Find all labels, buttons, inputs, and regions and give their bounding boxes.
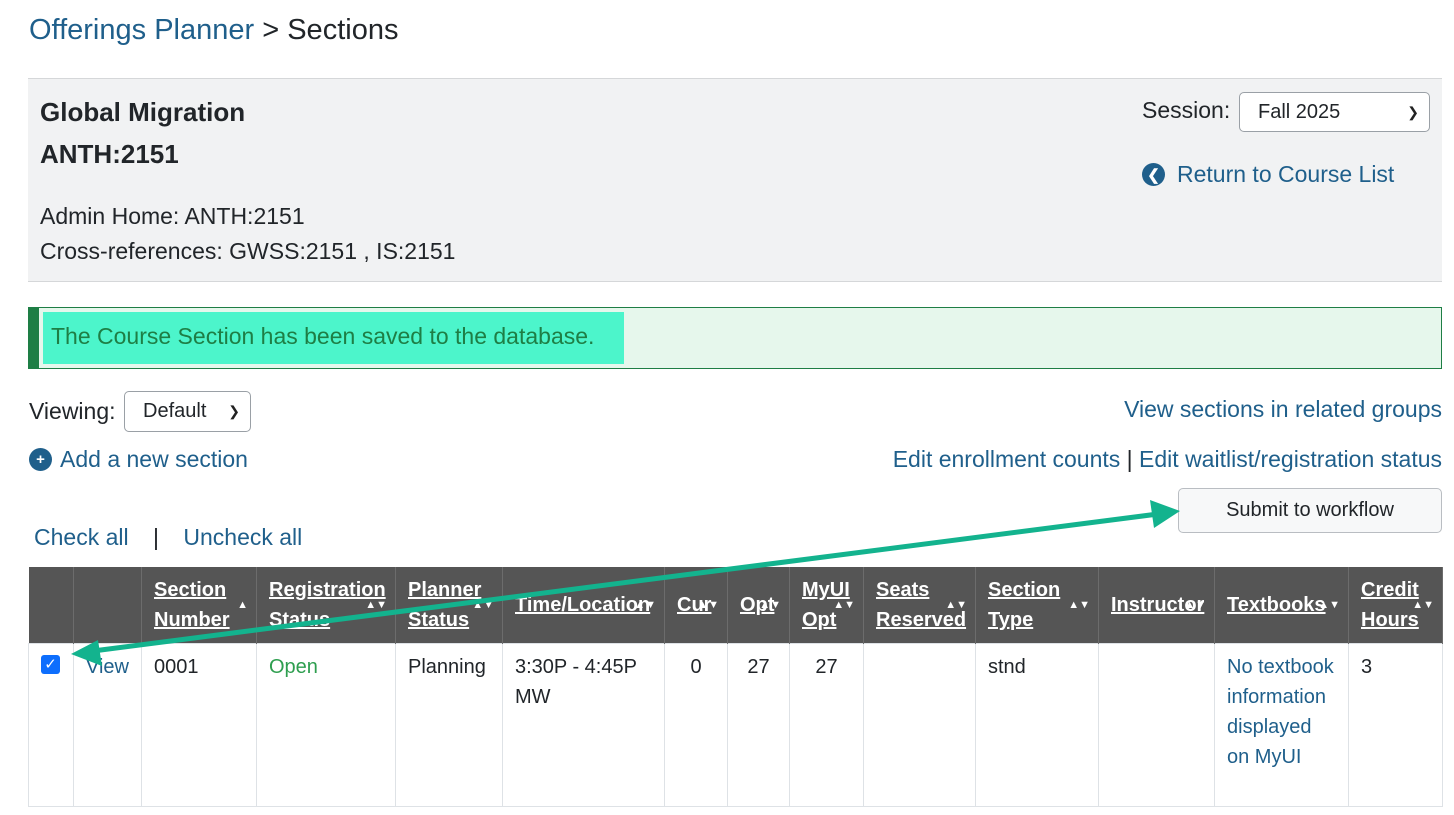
annotation-arrowhead-right [1150,500,1180,528]
header-planner-status[interactable]: Planner Status ▲▼ [395,567,503,644]
header-myui-opt[interactable]: MyUI Opt ▲▼ [789,567,864,644]
header-label: Reserved [876,609,967,631]
session-select-value: Fall 2025 [1258,100,1341,123]
section-type-cell: stnd [975,643,1099,807]
header-label: MyUI [802,579,850,601]
sections-table: Section Number ▲ Registration Status ▲▼ Plan… [28,567,1443,807]
breadcrumb-current: Sections [287,14,399,46]
table-row: ✓ View 0001 Open Planning 3:30P - 4:45P … [28,643,1443,807]
alert-message: The Course Section has been saved to the… [51,323,595,349]
check-links: Check all | Uncheck all [34,524,302,551]
sort-icon: ▲▼ [1184,599,1206,611]
check-links-divider: | [153,524,159,550]
header-time-location[interactable]: Time/Location ▲▼ [502,567,665,644]
header-label: Number [154,609,230,631]
view-link[interactable]: View [86,656,129,678]
section-number-cell: 0001 [141,643,257,807]
breadcrumb: Offerings Planner > Sections [29,14,398,47]
credit-hours-cell: 3 [1348,643,1443,807]
header-label: Registration [269,579,386,601]
chevron-down-icon: ❯ [228,403,240,419]
edit-enrollment-counts-link[interactable]: Edit enrollment counts [893,446,1121,472]
view-cell: View [73,643,142,807]
header-label: Section [988,579,1061,601]
sort-icon: ▲▼ [365,599,387,611]
header-label: Textbooks [1227,594,1326,616]
sort-asc-icon: ▲ [237,599,248,611]
cross-references: Cross-references: GWSS:2151 , IS:2151 [40,238,456,264]
chevron-left-circle-icon: ❮ [1142,163,1165,186]
textbooks-cell: No textbook information displayed on MyU… [1214,643,1349,807]
header-label: Seats [876,579,930,601]
check-all-link[interactable]: Check all [34,524,129,550]
planner-status-cell: Planning [395,643,503,807]
sort-icon: ▲▼ [945,599,967,611]
uncheck-all-link[interactable]: Uncheck all [183,524,302,550]
header-view [73,567,142,644]
textbooks-link[interactable]: No textbook information displayed on MyU… [1227,656,1334,768]
time-location-cell: 3:30P - 4:45P MW [502,643,665,807]
add-new-section-link[interactable]: + Add a new section [29,446,248,473]
table-header-row: Section Number ▲ Registration Status ▲▼ Plan… [28,567,1443,644]
sort-icon: ▲▼ [1412,599,1434,611]
header-label: Hours [1361,609,1419,631]
header-credit-hours[interactable]: Credit Hours ▲▼ [1348,567,1443,644]
header-instructor[interactable]: Instructor ▲▼ [1098,567,1215,644]
header-label: Status [408,609,470,631]
myui-opt-cell: 27 [789,643,864,807]
sort-icon: ▲▼ [472,599,494,611]
sort-icon: ▲▼ [833,599,855,611]
registration-status-cell: Open [256,643,396,807]
submit-to-workflow-button[interactable]: Submit to workflow [1178,488,1442,533]
header-label: Credit [1361,579,1419,601]
viewing-select-value: Default [143,400,207,422]
edit-waitlist-status-link[interactable]: Edit waitlist/registration status [1139,446,1442,472]
breadcrumb-separator: > [262,14,280,46]
add-section-label: Add a new section [60,446,248,472]
header-registration-status[interactable]: Registration Status ▲▼ [256,567,396,644]
chevron-down-icon: ❯ [1407,103,1419,120]
sort-icon: ▲▼ [697,599,719,611]
header-cur[interactable]: Cur ▲▼ [664,567,728,644]
header-label: Opt [802,609,837,631]
row-checkbox[interactable]: ✓ [41,655,60,674]
header-section-number[interactable]: Section Number ▲ [141,567,257,644]
header-section-type[interactable]: Section Type ▲▼ [975,567,1099,644]
viewing-select[interactable]: Default ❯ [124,391,251,432]
sort-icon: ▲▼ [634,599,656,611]
select-cell: ✓ [28,643,74,807]
admin-home: Admin Home: ANTH:2151 [40,203,305,229]
opt-cell: 27 [727,643,790,807]
plus-circle-icon: + [29,448,52,471]
return-to-course-list-link[interactable]: ❮ Return to Course List [1142,161,1394,188]
header-label: Status [269,609,331,631]
session-label: Session: [1142,97,1231,123]
edit-links-divider: | [1126,446,1133,472]
header-textbooks[interactable]: Textbooks ▲▼ [1214,567,1349,644]
sort-icon: ▲▼ [759,599,781,611]
header-label: Planner [408,579,482,601]
seats-reserved-cell [863,643,976,807]
view-related-groups-link[interactable]: View sections in related groups [1124,396,1442,423]
cur-cell: 0 [664,643,728,807]
session-select[interactable]: Fall 2025 ❯ [1239,92,1430,132]
viewing-label: Viewing: [29,398,116,424]
header-label: Section [154,579,227,601]
course-code: ANTH:2151 [40,139,179,169]
breadcrumb-offerings-planner-link[interactable]: Offerings Planner [29,14,254,46]
header-label: Type [988,609,1034,631]
sort-icon: ▲▼ [1318,599,1340,611]
success-alert: The Course Section has been saved to the… [28,307,1442,369]
return-link-label: Return to Course List [1177,161,1395,187]
edit-links: Edit enrollment counts | Edit waitlist/r… [893,446,1442,473]
header-seats-reserved[interactable]: Seats Reserved ▲▼ [863,567,976,644]
header-opt[interactable]: Opt ▲▼ [727,567,790,644]
instructor-cell [1098,643,1215,807]
sort-icon: ▲▼ [1068,599,1090,611]
header-label: Time/Location [515,594,651,616]
course-title: Global Migration [40,97,246,127]
header-select [28,567,74,644]
course-info-panel: Global Migration ANTH:2151 Admin Home: A… [28,78,1442,282]
